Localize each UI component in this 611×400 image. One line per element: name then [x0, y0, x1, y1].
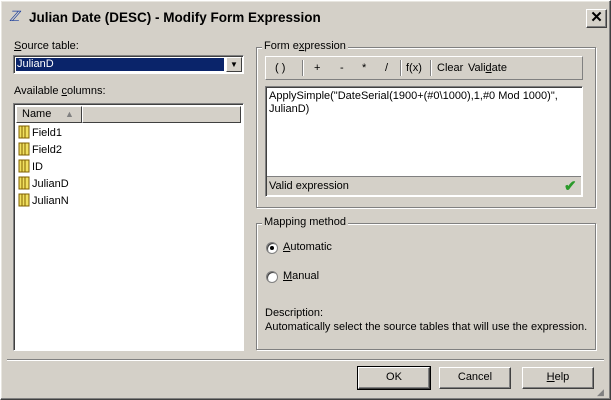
column-icon: [18, 125, 30, 139]
chevron-down-icon: ▼: [230, 60, 238, 69]
expression-editor[interactable]: ApplySimple("DateSerial(1900+(#0\1000),1…: [265, 86, 583, 197]
function-button[interactable]: f(x): [406, 57, 422, 79]
parentheses-button[interactable]: ( ): [275, 57, 285, 79]
validate-button[interactable]: Validate: [468, 57, 507, 79]
expression-text[interactable]: ApplySimple("DateSerial(1900+(#0\1000),1…: [269, 90, 574, 174]
source-table-select[interactable]: JulianD ▼: [13, 55, 244, 74]
help-button[interactable]: Help: [522, 367, 594, 389]
dropdown-arrow-button[interactable]: ▼: [226, 57, 242, 72]
validation-status-bar: Valid expression ✔: [267, 176, 581, 195]
multiply-button[interactable]: *: [362, 57, 366, 79]
form-expression-title-post: pression: [304, 40, 346, 52]
list-item[interactable]: Field2: [18, 142, 62, 158]
validate-label-post: ate: [491, 62, 507, 74]
source-table-label: Source table:: [14, 40, 79, 52]
manual-label-accel: M: [283, 270, 293, 282]
close-button[interactable]: ✕: [586, 9, 607, 28]
list-item-label: JulianN: [32, 195, 69, 207]
title-bar[interactable]: ℤ Julian Date (DESC) - Modify Form Expre…: [4, 4, 607, 31]
list-item[interactable]: Field1: [18, 125, 62, 141]
list-item-label: JulianD: [32, 178, 69, 190]
list-item-label: ID: [32, 161, 43, 173]
list-item[interactable]: ID: [18, 159, 43, 175]
mapping-method-title: Mapping method: [262, 216, 348, 228]
resize-grip-icon[interactable]: ◢: [597, 387, 607, 397]
checkmark-icon: ✔: [564, 178, 577, 195]
description-text: Automatically select the source tables t…: [265, 321, 588, 333]
manual-radio[interactable]: [266, 271, 278, 283]
automatic-label-text: utomatic: [290, 241, 332, 253]
source-table-value: JulianD: [16, 58, 224, 71]
toolbar-separator: [430, 60, 432, 76]
toolbar-separator: [400, 60, 402, 76]
footer-divider: [7, 359, 604, 361]
toolbar-separator: [302, 60, 304, 76]
automatic-label[interactable]: Automatic: [283, 241, 332, 253]
plus-button[interactable]: +: [314, 57, 320, 79]
available-columns-label-post: olumns:: [67, 85, 106, 97]
cancel-button[interactable]: Cancel: [439, 367, 511, 389]
columns-list[interactable]: Name ▲ Field1 Field2 ID JulianD JulianN: [13, 103, 244, 351]
automatic-radio[interactable]: [266, 242, 278, 254]
list-header: Name ▲: [16, 106, 241, 123]
expression-icon: ℤ: [9, 10, 20, 25]
list-item-label: Field2: [32, 144, 62, 156]
available-columns-label-pre: Available: [14, 85, 62, 97]
column-icon: [18, 193, 30, 207]
column-header-label: Name: [22, 108, 52, 120]
column-header-name[interactable]: Name ▲: [16, 106, 82, 123]
list-item[interactable]: JulianD: [18, 176, 69, 192]
radio-selected-dot: [270, 246, 274, 250]
description-label: Description:: [265, 307, 324, 319]
window-title: Julian Date (DESC) - Modify Form Express…: [29, 10, 321, 25]
column-icon: [18, 176, 30, 190]
form-expression-title-pre: Form e: [264, 40, 299, 52]
help-label-text: elp: [554, 371, 570, 383]
clear-button[interactable]: Clear: [437, 57, 463, 79]
column-header-empty: [82, 106, 241, 123]
dialog-window: ℤ Julian Date (DESC) - Modify Form Expre…: [0, 0, 611, 400]
help-label-accel: H: [546, 371, 555, 383]
expression-toolbar: ( ) + - * / f(x) Clear Validate: [265, 56, 583, 80]
manual-label[interactable]: Manual: [283, 270, 319, 282]
source-table-label-text: ource table:: [21, 40, 79, 52]
form-expression-title: Form expression: [262, 40, 348, 52]
manual-label-text: anual: [292, 270, 320, 282]
sort-arrow-icon: ▲: [65, 109, 74, 119]
list-item[interactable]: JulianN: [18, 193, 69, 209]
divide-button[interactable]: /: [385, 57, 388, 79]
available-columns-label: Available columns:: [14, 85, 106, 97]
validation-status: Valid expression: [269, 180, 349, 192]
list-item-label: Field1: [32, 127, 62, 139]
validate-label-pre: Vali: [468, 62, 486, 74]
close-icon: ✕: [590, 9, 603, 26]
ok-button[interactable]: OK: [357, 366, 431, 390]
column-icon: [18, 142, 30, 156]
minus-button[interactable]: -: [340, 57, 344, 79]
column-icon: [18, 159, 30, 173]
